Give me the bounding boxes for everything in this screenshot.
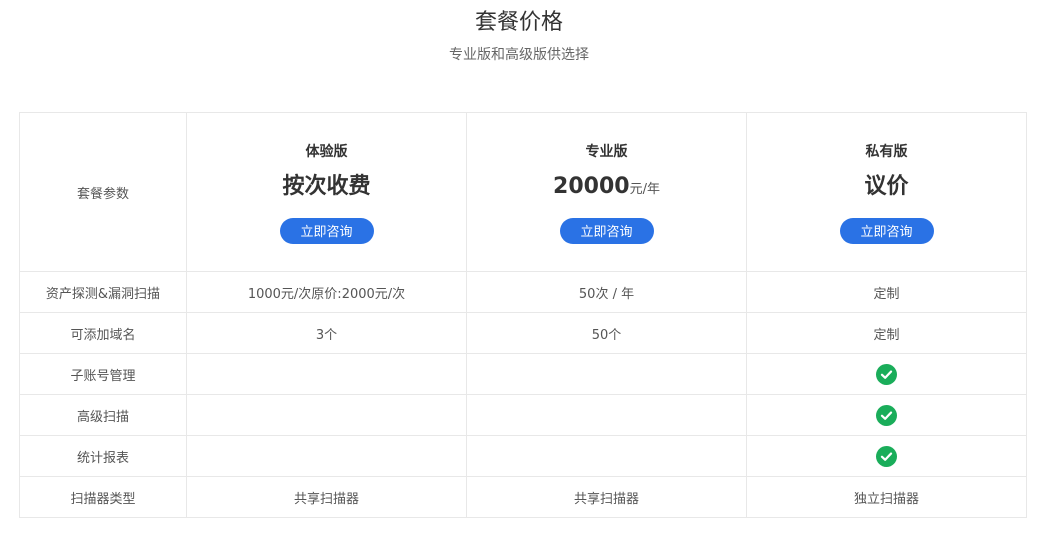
feature-value-cell: 1000元/次原价:2000元/次: [186, 271, 467, 313]
feature-value-cell: [186, 435, 467, 477]
feature-value-cell: 50个: [466, 312, 747, 354]
plan-header-row: 套餐参数 体验版 按次收费 立即咨询 专业版 20000元/年 立即咨询 私有版…: [19, 112, 1027, 272]
param-header-cell: 套餐参数: [19, 112, 187, 272]
feature-value-cell: [466, 353, 747, 395]
feature-value-cell: [186, 353, 467, 395]
plan-pro: 专业版 20000元/年 立即咨询: [466, 112, 747, 272]
feature-value-cell: [466, 394, 747, 436]
consult-button-trial[interactable]: 立即咨询: [279, 217, 374, 244]
page-subtitle: 专业版和高级版供选择: [449, 47, 589, 63]
price-unit: 元/年: [629, 181, 660, 197]
pricing-table: 套餐参数 体验版 按次收费 立即咨询 专业版 20000元/年 立即咨询 私有版…: [19, 112, 1027, 518]
plan-trial: 体验版 按次收费 立即咨询: [186, 112, 467, 272]
feature-included-cell: [746, 353, 1027, 395]
check-circle-icon: [876, 445, 897, 467]
plan-price: 议价: [747, 173, 1026, 204]
feature-value-cell: 50次 / 年: [466, 271, 747, 313]
table-row: 子账号管理: [19, 353, 1027, 395]
feature-label: 可添加域名: [19, 312, 187, 354]
feature-value-cell: 共享扫描器: [466, 476, 747, 518]
feature-value-cell: 独立扫描器: [746, 476, 1027, 518]
table-row: 高级扫描: [19, 394, 1027, 436]
feature-value-cell: [466, 435, 747, 477]
table-row: 扫描器类型 共享扫描器 共享扫描器 独立扫描器: [19, 476, 1027, 518]
price-value: 议价: [864, 173, 909, 199]
consult-button-pro[interactable]: 立即咨询: [559, 217, 654, 244]
plan-private: 私有版 议价 立即咨询: [746, 112, 1027, 272]
feature-label: 扫描器类型: [19, 476, 187, 518]
plan-name: 体验版: [305, 143, 348, 160]
plan-price: 20000元/年: [467, 173, 746, 204]
plan-name: 私有版: [865, 143, 908, 160]
table-row: 统计报表: [19, 435, 1027, 477]
feature-label: 资产探测&漏洞扫描: [19, 271, 187, 313]
feature-value-cell: 定制: [746, 312, 1027, 354]
feature-label: 子账号管理: [19, 353, 187, 395]
feature-label: 统计报表: [19, 435, 187, 477]
consult-button-private[interactable]: 立即咨询: [839, 217, 934, 244]
check-circle-icon: [876, 363, 897, 385]
feature-included-cell: [746, 394, 1027, 436]
table-row: 资产探测&漏洞扫描 1000元/次原价:2000元/次 50次 / 年定制: [19, 271, 1027, 313]
page-title: 套餐价格: [474, 10, 563, 35]
feature-value-cell: 共享扫描器: [186, 476, 467, 518]
feature-included-cell: [746, 435, 1027, 477]
feature-value-cell: 3个: [186, 312, 467, 354]
feature-value-cell: [186, 394, 467, 436]
plan-name: 专业版: [585, 143, 628, 160]
feature-value-cell: 定制: [746, 271, 1027, 313]
price-value: 按次收费: [282, 173, 371, 199]
check-circle-icon: [876, 404, 897, 426]
feature-label: 高级扫描: [19, 394, 187, 436]
plan-price: 按次收费: [187, 173, 466, 204]
price-value: 20000: [553, 173, 630, 199]
feature-rows: 资产探测&漏洞扫描 1000元/次原价:2000元/次 50次 / 年定制 可添加域名…: [19, 271, 1027, 518]
table-row: 可添加域名 3个 50个 定制: [19, 312, 1027, 354]
